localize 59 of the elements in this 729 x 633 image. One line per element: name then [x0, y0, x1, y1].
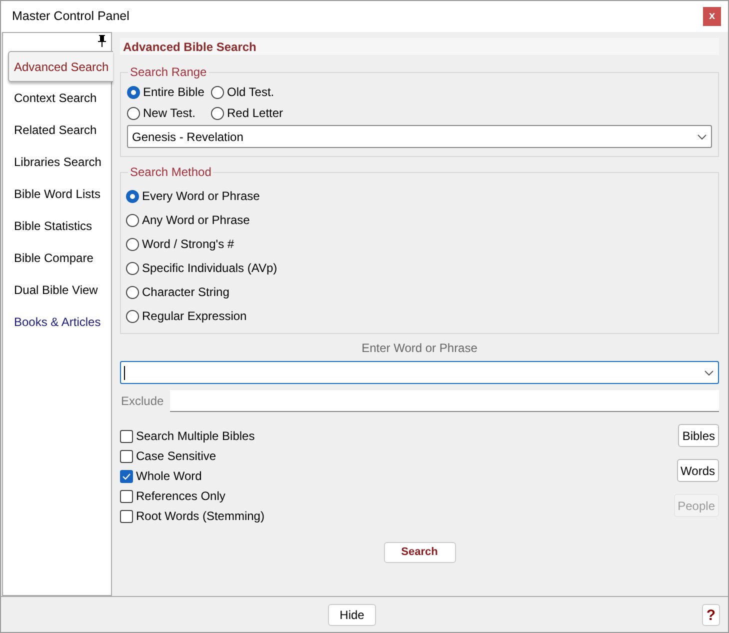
field-label: Exclude: [120, 393, 165, 410]
radio-option[interactable]: Specific Individuals (AVp): [126, 259, 713, 277]
chevron-down-icon: [697, 134, 707, 140]
sidebar-tab[interactable]: Dual Bible View: [3, 274, 111, 306]
radio-option[interactable]: Word / Strong's #: [126, 235, 713, 253]
radio-option[interactable]: Every Word or Phrase: [126, 187, 713, 205]
hide-button[interactable]: Hide: [328, 604, 376, 626]
radio-button[interactable]: [211, 106, 224, 120]
chevron-down-icon: [704, 370, 714, 376]
sidebar-tab[interactable]: Related Search: [3, 114, 111, 146]
checkbox-option[interactable]: Search Multiple Bibles: [120, 428, 674, 444]
radio-option[interactable]: Entire Bible: [127, 83, 211, 101]
checkbox[interactable]: [120, 450, 133, 462]
checkbox-option[interactable]: Whole Word: [120, 468, 674, 484]
range-dropdown[interactable]: Genesis - Revelation: [127, 125, 712, 148]
radio-option[interactable]: New Test.: [127, 104, 211, 122]
exclude-field[interactable]: [170, 390, 719, 412]
radio-button[interactable]: [126, 286, 139, 298]
window-title: Master Control Panel: [12, 8, 130, 26]
panel-title: Advanced Bible Search: [123, 38, 256, 56]
checkbox[interactable]: [120, 510, 133, 522]
group-title: Search Range: [129, 64, 208, 81]
sidebar-tab[interactable]: Books & Articles: [3, 306, 111, 338]
checkbox-option[interactable]: References Only: [120, 488, 674, 504]
radio-button[interactable]: [126, 262, 139, 274]
field-label: Enter Word or Phrase: [362, 340, 478, 357]
search-button[interactable]: Search: [384, 542, 456, 563]
radio-button[interactable]: [126, 214, 139, 226]
checkbox-option[interactable]: Root Words (Stemming): [120, 508, 674, 524]
checkbox-option[interactable]: Case Sensitive: [120, 448, 674, 464]
radio-button[interactable]: [126, 310, 139, 322]
group-title: Search Method: [129, 164, 212, 181]
radio-option[interactable]: Character String: [126, 283, 713, 301]
sidebar-tab[interactable]: Context Search: [3, 82, 111, 114]
sidebar-tab[interactable]: Advanced Search: [8, 51, 113, 82]
radio-button[interactable]: [127, 86, 140, 98]
sidebar-tab[interactable]: Libraries Search: [3, 146, 111, 178]
checkmark-icon: [122, 472, 131, 480]
help-button[interactable]: ?: [702, 604, 720, 626]
radio-button[interactable]: [126, 190, 139, 202]
checkbox[interactable]: [120, 490, 133, 502]
word-combobox[interactable]: [120, 361, 719, 384]
radio-option[interactable]: Red Letter: [211, 104, 311, 122]
checkbox[interactable]: [120, 430, 133, 442]
radio-button[interactable]: [211, 86, 224, 98]
sidebar-tab[interactable]: Bible Compare: [3, 242, 111, 274]
sidebar-tab[interactable]: Bible Statistics: [3, 210, 111, 242]
radio-option[interactable]: Regular Expression: [126, 307, 713, 325]
radio-option[interactable]: Any Word or Phrase: [126, 211, 713, 229]
close-button[interactable]: x: [703, 7, 721, 26]
text-cursor: [124, 366, 125, 380]
pin-icon[interactable]: [97, 35, 107, 47]
sidebar-tab[interactable]: Bible Word Lists: [3, 178, 111, 210]
side-button[interactable]: Words: [676, 459, 719, 482]
checkbox[interactable]: [120, 470, 133, 482]
radio-button[interactable]: [127, 106, 140, 120]
radio-button[interactable]: [126, 238, 139, 250]
side-button[interactable]: Bibles: [678, 424, 719, 447]
radio-option[interactable]: Old Test.: [211, 83, 311, 101]
